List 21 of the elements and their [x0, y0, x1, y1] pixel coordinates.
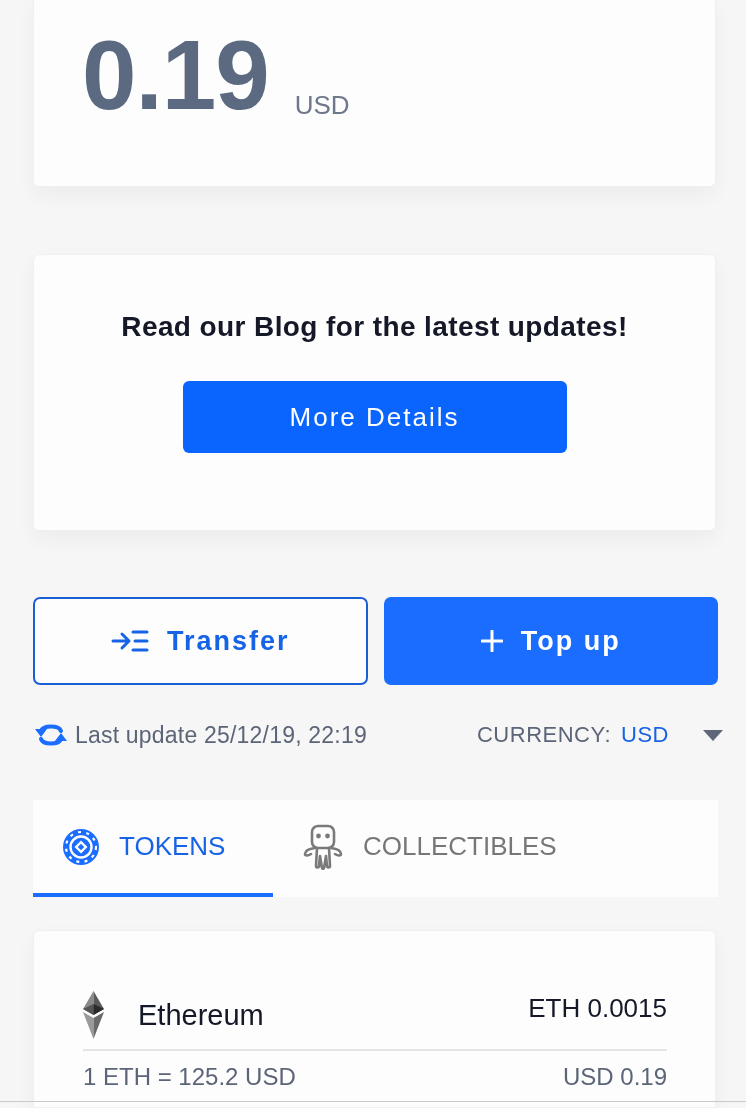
exchange-rate: 1 ETH = 125.2 USD: [83, 1063, 296, 1091]
currency-label: CURRENCY:: [476, 722, 612, 748]
transfer-button[interactable]: Transfer: [33, 597, 368, 685]
top-up-button[interactable]: Top up: [383, 597, 718, 685]
blog-title: Read our Blog for the latest updates!: [121, 310, 628, 344]
last-update-text: Last update 25/12/19, 22:19: [75, 721, 367, 749]
tab[interactable]: TOKENS: [33, 800, 273, 897]
caret-icon[interactable]: [703, 729, 723, 741]
plus-icon: [480, 630, 503, 652]
token-balance: ETH 0.0015: [528, 993, 667, 1024]
transfer-icon: [110, 629, 149, 653]
currency-value[interactable]: USD: [621, 722, 669, 748]
token-name: Ethereum: [138, 998, 264, 1032]
balance-currency: USD: [294, 92, 350, 118]
balance-amount: 0.19: [82, 26, 269, 124]
robot-icon: [303, 823, 343, 870]
ethereum-logo-icon: [83, 991, 104, 1039]
more-details-button[interactable]: More Details: [182, 381, 567, 453]
tab[interactable]: COLLECTIBLES: [273, 800, 587, 897]
token-value: USD 0.19: [562, 1063, 667, 1091]
token-chip-icon: [63, 828, 99, 865]
